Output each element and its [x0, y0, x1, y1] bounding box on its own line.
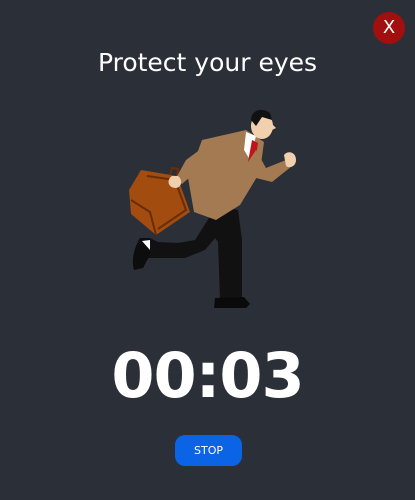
close-button[interactable]: X: [373, 12, 405, 44]
page-title: Protect your eyes: [97, 48, 318, 77]
close-button-label: X: [382, 17, 396, 38]
stop-button[interactable]: STOP: [175, 435, 242, 466]
countdown-timer: 00:03: [111, 339, 304, 412]
stop-button-label: STOP: [194, 444, 223, 457]
running-businessman-illustration: [129, 109, 296, 308]
